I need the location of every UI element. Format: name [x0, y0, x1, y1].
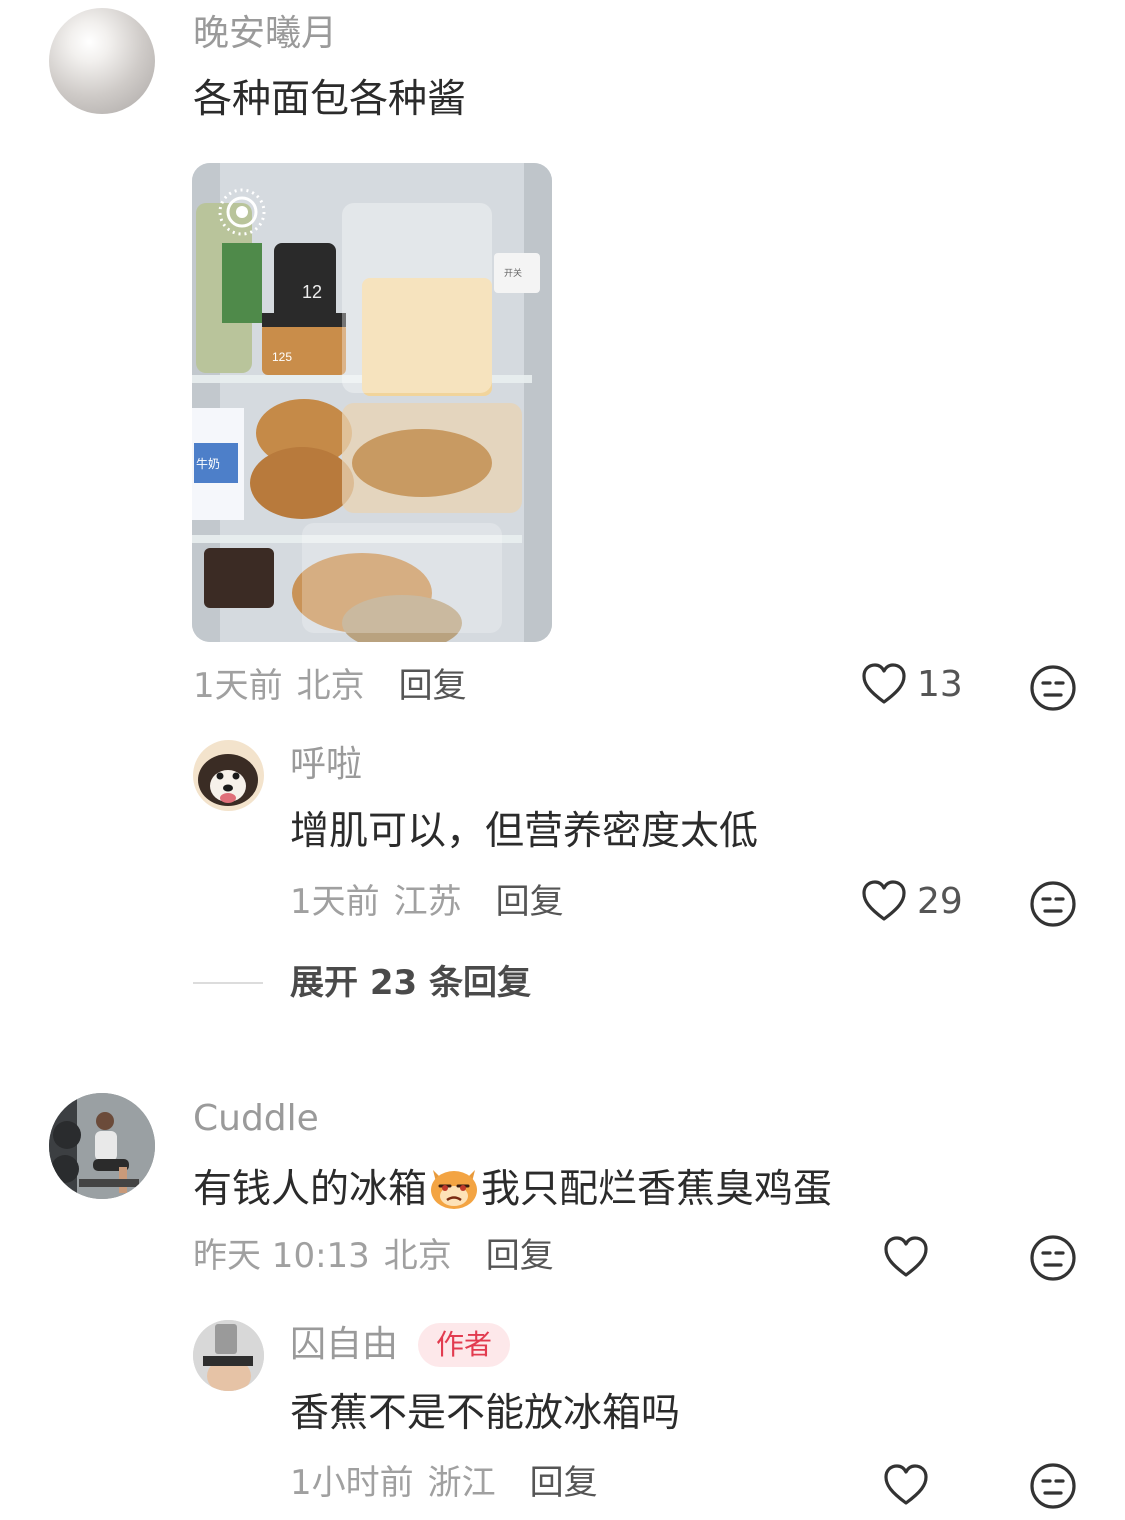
comment-meta: 昨天 10:13 北京 回复: [193, 1234, 554, 1278]
reply-button[interactable]: 回复: [486, 1234, 554, 1278]
dog-emoji-icon: [427, 1162, 481, 1222]
comment-meta: 1天前 北京 回复: [193, 664, 467, 708]
heart-outline-icon: [861, 662, 907, 706]
expand-suffix: 条回复: [429, 963, 532, 1003]
comment-image[interactable]: 12 125 开关 牛奶: [192, 163, 552, 642]
comment-username[interactable]: Cuddle: [193, 1097, 319, 1141]
reply-avatar[interactable]: [193, 740, 264, 811]
comment-text-part: 有钱人的冰箱: [193, 1167, 428, 1212]
reply-text: 增肌可以，但营养密度太低: [290, 809, 759, 854]
reply-avatar[interactable]: [193, 1320, 264, 1391]
expand-replies-button[interactable]: 展开 23 条回复: [290, 955, 531, 1004]
expand-prefix: 展开: [290, 963, 358, 1003]
comment-location: 北京: [383, 1236, 452, 1276]
reply-location: 江苏: [393, 882, 462, 922]
reply-meta: 1天前 江苏 回复: [290, 880, 564, 924]
reply-text: 香蕉不是不能放冰箱吗: [290, 1391, 681, 1436]
reply-username[interactable]: 呼啦: [290, 743, 362, 787]
like-button[interactable]: 13: [861, 662, 963, 706]
comment-text: 各种面包各种酱: [193, 77, 467, 122]
like-button[interactable]: [883, 1463, 929, 1507]
comment-time: 1天前: [193, 666, 283, 706]
heart-outline-icon: [883, 1463, 929, 1507]
comment-location: 北京: [296, 666, 365, 706]
author-badge: 作者: [418, 1323, 511, 1367]
comment-text: 有钱人的冰箱 我只配烂香蕉臭鸡蛋: [193, 1162, 832, 1222]
jar-number: 12: [302, 282, 322, 302]
reply-username[interactable]: 囚自由: [290, 1323, 398, 1367]
like-button[interactable]: 29: [861, 879, 963, 923]
expand-divider: [193, 982, 263, 984]
comment-username[interactable]: 晚安曦月: [193, 12, 337, 56]
dislike-button[interactable]: [1029, 1234, 1077, 1282]
like-button[interactable]: [883, 1235, 929, 1279]
avatar[interactable]: [49, 1093, 155, 1199]
comment-text-part: 我只配烂香蕉臭鸡蛋: [481, 1167, 833, 1212]
like-count: 13: [917, 663, 963, 705]
meh-face-icon: [1030, 665, 1076, 711]
dislike-button[interactable]: [1029, 1462, 1077, 1510]
dislike-button[interactable]: [1029, 664, 1077, 712]
live-photo-icon: [217, 187, 267, 237]
comment-time: 昨天 10:13: [193, 1236, 370, 1276]
meh-face-icon: [1030, 1235, 1076, 1281]
meh-face-icon: [1030, 881, 1076, 927]
reply-time: 1天前: [290, 882, 380, 922]
reply-meta: 1小时前 浙江 回复: [290, 1461, 598, 1505]
reply-location: 浙江: [427, 1463, 496, 1503]
heart-outline-icon: [883, 1235, 929, 1279]
heart-outline-icon: [861, 879, 907, 923]
avatar[interactable]: [49, 8, 155, 114]
meh-face-icon: [1030, 1463, 1076, 1509]
switch-label: 开关: [504, 267, 522, 278]
reply-button[interactable]: 回复: [496, 880, 564, 924]
milk-label: 牛奶: [196, 456, 220, 471]
jar-label: 125: [272, 350, 292, 364]
reply-button[interactable]: 回复: [530, 1461, 598, 1505]
reply-time: 1小时前: [290, 1463, 414, 1503]
reply-button[interactable]: 回复: [399, 664, 467, 708]
like-count: 29: [917, 880, 963, 922]
expand-count: 23: [369, 963, 418, 1003]
dislike-button[interactable]: [1029, 880, 1077, 928]
